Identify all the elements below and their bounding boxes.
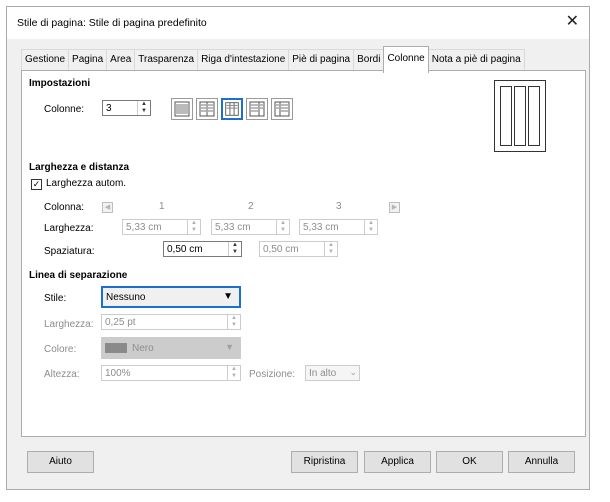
reset-button[interactable]: Ripristina xyxy=(291,451,358,473)
tab-colonne[interactable]: Colonne xyxy=(383,46,429,73)
column-number-3: 3 xyxy=(336,201,342,212)
width-label: Larghezza: xyxy=(44,223,94,234)
layout-3-columns-button[interactable] xyxy=(221,98,243,120)
column-number-1: 1 xyxy=(159,201,165,212)
tab-gestione[interactable]: Gestione xyxy=(21,49,70,70)
ok-button[interactable]: OK xyxy=(436,451,503,473)
spacing-label: Spaziatura: xyxy=(44,246,95,257)
tab-bordi[interactable]: Bordi xyxy=(353,49,385,70)
tab-bar: Gestione Pagina Area Trasparenza Riga d'… xyxy=(21,46,525,73)
separator-color-value: Nero xyxy=(132,343,154,354)
chevron-down-icon: ▼ xyxy=(225,342,234,352)
preview-column-1 xyxy=(500,86,512,146)
separator-color-label: Colore: xyxy=(44,344,77,355)
spacing-2-spin-buttons[interactable]: ▲ ▼ xyxy=(324,242,337,256)
width-column-1-value: 5,33 cm xyxy=(126,222,162,233)
cancel-button[interactable]: Annulla xyxy=(508,451,575,473)
tab-area[interactable]: Area xyxy=(106,49,136,70)
width-column-3-spinbox[interactable]: 5,33 cm ▲ ▼ xyxy=(299,219,378,235)
close-icon[interactable]: ✕ xyxy=(566,13,579,31)
page-style-dialog: Stile di pagina: Stile di pagina predefi… xyxy=(6,6,590,490)
chevron-down-icon: ⌄ xyxy=(349,367,357,377)
separator-height-label: Altezza: xyxy=(44,369,80,380)
separator-height-value: 100% xyxy=(105,368,131,379)
separator-position-dropdown[interactable]: In alto ⌄ xyxy=(305,365,360,381)
width-column-1-spinbox[interactable]: 5,33 cm ▲ ▼ xyxy=(122,219,201,235)
spacing-1-spinbox[interactable]: 0,50 cm ▲ ▼ xyxy=(163,241,242,257)
width-column-2-spin-buttons[interactable]: ▲ ▼ xyxy=(276,220,289,234)
spacing-1-value: 0,50 cm xyxy=(167,244,203,255)
spacing-2-value: 0,50 cm xyxy=(263,244,299,255)
column-label: Colonna: xyxy=(44,202,85,213)
title-bar: Stile di pagina: Stile di pagina predefi… xyxy=(7,7,589,39)
color-swatch xyxy=(105,343,127,353)
chevron-down-icon: ▼ xyxy=(223,291,233,302)
preview-column-3 xyxy=(528,86,540,146)
dialog-title: Stile di pagina: Stile di pagina predefi… xyxy=(17,17,207,29)
auto-width-label: Larghezza autom. xyxy=(46,178,127,189)
separator-width-value: 0,25 pt xyxy=(105,317,136,328)
settings-heading: Impostazioni xyxy=(29,78,91,89)
width-column-2-value: 5,33 cm xyxy=(215,222,251,233)
tab-pagina[interactable]: Pagina xyxy=(68,49,108,70)
separator-width-spinbox[interactable]: 0,25 pt ▲ ▼ xyxy=(101,314,241,330)
column-prev-button[interactable]: ◀ xyxy=(102,202,113,213)
separator-style-value: Nessuno xyxy=(106,292,146,303)
separator-style-dropdown[interactable]: Nessuno ▼ xyxy=(101,286,241,308)
separator-width-spin-buttons[interactable]: ▲ ▼ xyxy=(227,315,240,329)
separator-color-dropdown[interactable]: Nero ▼ xyxy=(101,337,241,359)
width-column-1-spin-buttons[interactable]: ▲ ▼ xyxy=(187,220,200,234)
tab-nota-pie-pagina[interactable]: Nota a piè di pagina xyxy=(427,49,525,70)
separator-height-spinbox[interactable]: 100% ▲ ▼ xyxy=(101,365,241,381)
columns-spinbox[interactable]: 3 ▲ ▼ xyxy=(102,100,151,116)
separator-style-label: Stile: xyxy=(44,293,67,304)
help-button[interactable]: Aiuto xyxy=(27,451,94,473)
width-column-2-spinbox[interactable]: 5,33 cm ▲ ▼ xyxy=(211,219,290,235)
separator-position-value: In alto xyxy=(309,368,337,379)
page-preview xyxy=(494,80,546,152)
tab-pie-di-pagina[interactable]: Piè di pagina xyxy=(288,49,355,70)
columns-panel: Impostazioni Colonne: 3 ▲ ▼ Larghezza e d… xyxy=(21,70,586,437)
preview-column-2 xyxy=(514,86,526,146)
layout-2-columns-button[interactable] xyxy=(196,98,218,120)
apply-button[interactable]: Applica xyxy=(364,451,431,473)
width-column-3-value: 5,33 cm xyxy=(303,222,339,233)
tab-riga-intestazione[interactable]: Riga d'intestazione xyxy=(197,49,290,70)
width-column-3-spin-buttons[interactable]: ▲ ▼ xyxy=(364,220,377,234)
separator-height-spin-buttons[interactable]: ▲ ▼ xyxy=(227,366,240,380)
width-spacing-heading: Larghezza e distanza xyxy=(29,162,130,173)
tab-trasparenza[interactable]: Trasparenza xyxy=(134,49,199,70)
column-next-button[interactable]: ▶ xyxy=(389,202,400,213)
auto-width-checkbox[interactable]: ✓ xyxy=(31,179,42,190)
columns-value: 3 xyxy=(106,103,112,114)
layout-right-wide-button[interactable] xyxy=(271,98,293,120)
layout-left-wide-button[interactable] xyxy=(246,98,268,120)
layout-1-column-button[interactable] xyxy=(171,98,193,120)
spacing-1-spin-buttons[interactable]: ▲ ▼ xyxy=(228,242,241,256)
columns-label: Colonne: xyxy=(44,104,85,115)
spacing-2-spinbox[interactable]: 0,50 cm ▲ ▼ xyxy=(259,241,338,257)
separator-position-label: Posizione: xyxy=(249,369,296,380)
separator-width-label: Larghezza: xyxy=(44,319,94,330)
column-number-2: 2 xyxy=(248,201,254,212)
columns-spin-buttons[interactable]: ▲ ▼ xyxy=(137,101,150,115)
separator-heading: Linea di separazione xyxy=(29,270,128,281)
